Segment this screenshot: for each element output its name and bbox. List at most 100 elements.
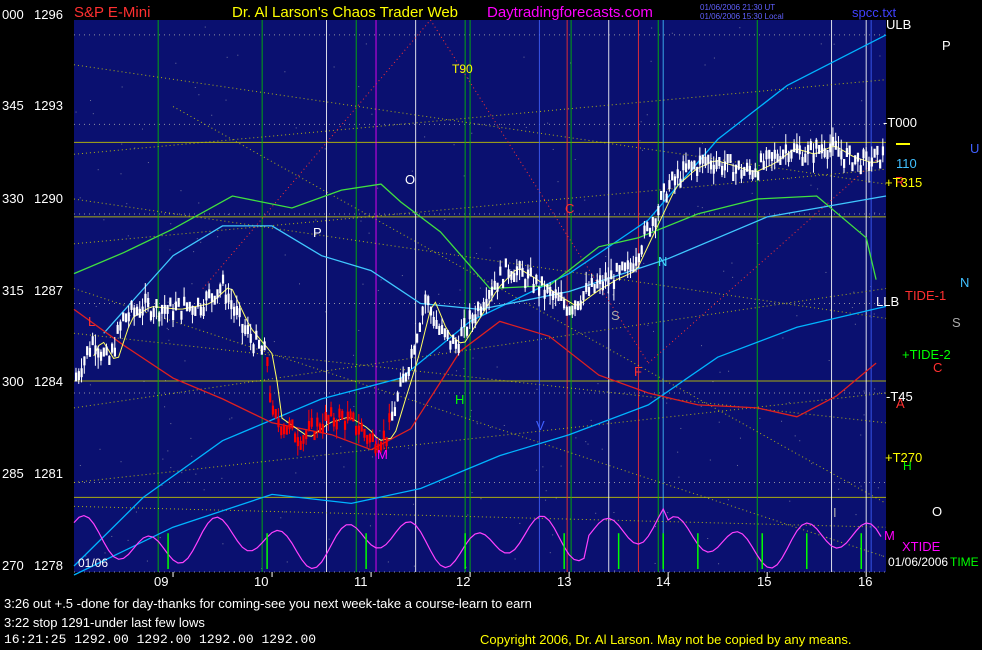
price-bar-body	[440, 325, 444, 335]
label-110: 110	[896, 156, 917, 171]
price-bar-body	[124, 313, 128, 323]
noise-dot	[284, 71, 286, 73]
price-bar-body	[468, 310, 471, 320]
noise-dot	[519, 522, 521, 524]
noise-dot	[590, 419, 592, 421]
price-bar-body	[709, 160, 713, 170]
noise-dot	[181, 472, 183, 474]
label-right-a: A	[896, 396, 905, 411]
price-bar-body	[169, 297, 172, 307]
noise-dot	[471, 132, 473, 134]
price-bar-body	[682, 161, 685, 171]
noise-dot	[95, 305, 97, 307]
price-bar-body	[80, 368, 83, 378]
label-m-right: M	[884, 528, 895, 543]
noise-dot	[286, 561, 288, 563]
price-bar-body	[341, 410, 344, 420]
noise-dot	[614, 570, 616, 572]
price-bar-body	[410, 348, 413, 358]
noise-dot	[709, 459, 711, 461]
price-bar-body	[249, 333, 252, 343]
noise-dot	[470, 409, 472, 411]
price-bar-body	[210, 293, 214, 303]
noise-dot	[467, 514, 469, 516]
price-bar-body	[244, 325, 247, 335]
price-bar-body	[751, 170, 754, 180]
noise-dot	[371, 456, 373, 458]
price-bar-body	[865, 151, 868, 161]
price-bar-body	[357, 425, 360, 435]
noise-dot	[557, 181, 559, 183]
price-bar-body	[604, 272, 607, 282]
label-p: P	[313, 225, 322, 240]
price-bar-body	[83, 356, 86, 366]
x-tick-12: 12	[456, 574, 470, 589]
noise-dot	[217, 236, 219, 238]
noise-dot	[104, 552, 106, 554]
price-bar-body	[407, 366, 410, 376]
noise-dot	[147, 162, 149, 164]
left-axis-label-5: 285	[2, 466, 24, 481]
noise-dot	[646, 114, 648, 116]
noise-dot	[879, 55, 881, 57]
price-bar-body	[413, 345, 416, 355]
noise-dot	[229, 418, 231, 420]
price-bar-body	[859, 165, 862, 175]
noise-dot	[143, 380, 145, 382]
price-bar-body	[837, 147, 840, 157]
noise-dot	[221, 477, 223, 479]
left-axis-label-4: 300	[2, 374, 24, 389]
price-bar-body	[743, 166, 746, 176]
noise-dot	[732, 276, 734, 278]
price-bar-body	[302, 434, 305, 444]
price-bar-body	[585, 283, 588, 292]
price-bar-body	[734, 164, 738, 174]
price-bar-body	[773, 149, 776, 159]
noise-dot	[459, 289, 461, 291]
price-bar-body	[740, 169, 743, 179]
price-bar-body	[465, 326, 469, 336]
price-bar-body	[826, 149, 829, 159]
price-bar-body	[177, 297, 180, 307]
price-bar-body	[657, 206, 660, 216]
price-bar-body	[318, 423, 322, 433]
price-bar-body	[759, 153, 763, 163]
noise-dot	[479, 287, 481, 289]
noise-dot	[365, 43, 367, 45]
noise-dot	[280, 517, 282, 519]
price-bar-body	[665, 193, 668, 203]
price-bar-body	[327, 414, 330, 424]
noise-dot	[195, 473, 197, 475]
noise-dot	[489, 247, 491, 249]
noise-dot	[90, 100, 92, 102]
noise-dot	[417, 380, 419, 382]
price-bar-body	[180, 310, 183, 320]
price-bar-body	[241, 323, 244, 333]
noise-dot	[877, 487, 879, 489]
price-bar-body	[160, 304, 164, 314]
noise-dot	[340, 446, 342, 448]
price-bar-body	[831, 136, 835, 146]
noise-dot	[697, 205, 699, 207]
price-bar-body	[349, 411, 352, 421]
label-t90: T90	[452, 62, 473, 76]
price-bar-body	[435, 319, 438, 329]
price-bar-body	[540, 276, 543, 286]
trade-message-2: 3:22 stop 1291-under last few lows	[4, 615, 205, 630]
noise-dot	[739, 437, 741, 439]
site-link[interactable]: Daytradingforecasts.com	[487, 4, 653, 21]
noise-dot	[408, 447, 410, 449]
price-bar-body	[474, 314, 477, 324]
price-bar-body	[246, 325, 250, 335]
price-bar-body	[127, 312, 130, 322]
x-tick-15: 15	[757, 574, 771, 589]
noise-dot	[881, 555, 883, 557]
price-bar-body	[221, 274, 225, 284]
label-ulb: ULB	[886, 17, 911, 32]
left-axis-label-2: 330	[2, 191, 24, 206]
noise-dot	[713, 57, 715, 59]
price-bar-body	[515, 266, 519, 276]
noise-dot	[731, 262, 733, 264]
noise-dot	[146, 560, 148, 562]
noise-dot	[476, 423, 478, 425]
